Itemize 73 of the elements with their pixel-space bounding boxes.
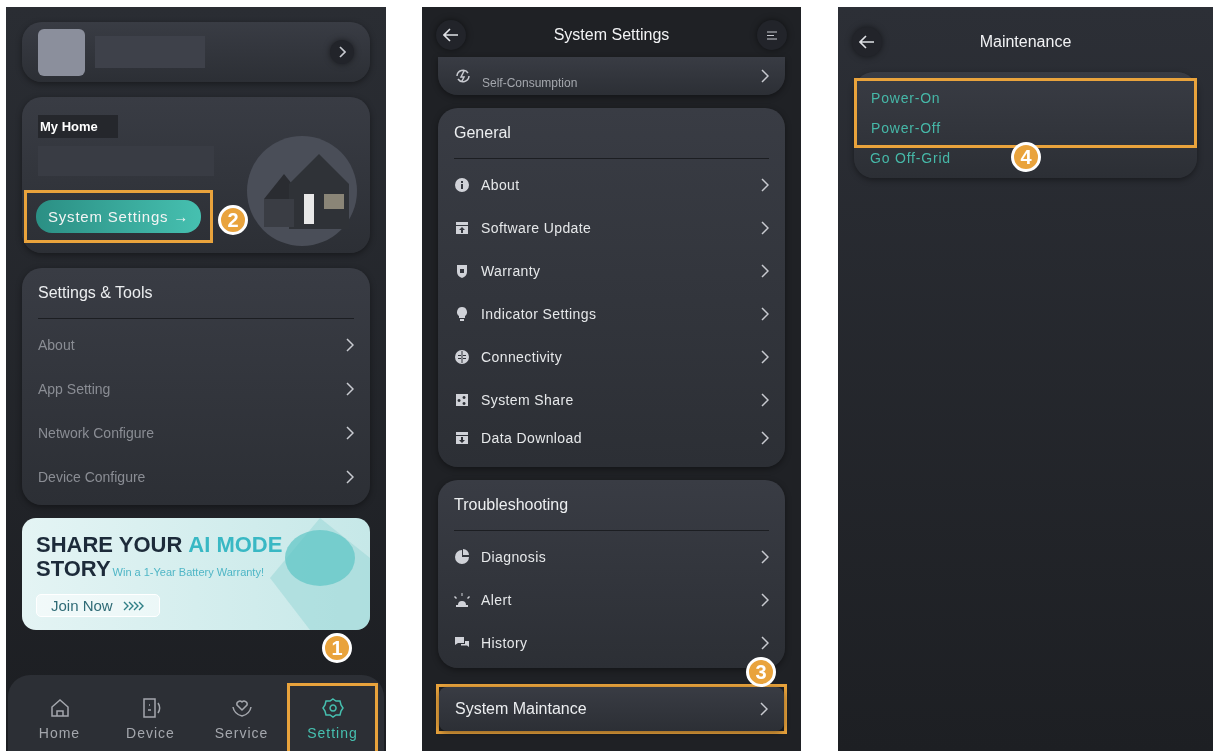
home-title: My Home	[38, 115, 118, 138]
nav-tab[interactable]: Home	[17, 686, 102, 751]
settings-list-item[interactable]: About	[38, 323, 354, 367]
chevron-right-icon	[761, 392, 769, 407]
settings-list-item[interactable]: Connectivity	[454, 335, 769, 378]
pie-chart-icon	[454, 548, 470, 565]
screen-title: System Settings	[553, 26, 670, 44]
nav-tab[interactable]: Device	[108, 686, 193, 751]
shield-icon	[454, 262, 470, 279]
section-title: Settings & Tools	[38, 284, 154, 302]
bulb-icon	[454, 305, 470, 322]
avatar-placeholder	[38, 28, 85, 76]
mode-value: Self-Consumption	[482, 75, 579, 90]
settings-list-item[interactable]: Indicator Settings	[454, 292, 769, 335]
back-arrow-icon	[443, 28, 459, 42]
settings-list-item[interactable]: Warranty	[454, 249, 769, 292]
banner-tagline: Win a 1-Year Battery Warranty!	[112, 565, 264, 580]
download-box-icon	[454, 430, 470, 446]
chevrons-right-icon	[122, 600, 145, 611]
menu-icon	[767, 30, 777, 40]
back-button[interactable]	[852, 27, 882, 57]
home-icon	[48, 696, 71, 719]
chevron-right-icon	[761, 635, 769, 650]
settings-list-item[interactable]: Network Configure	[38, 411, 354, 455]
chevron-right-icon	[346, 470, 354, 484]
chevron-right-icon	[761, 349, 769, 364]
menu-button[interactable]	[757, 20, 787, 50]
settings-list-item[interactable]: App Setting	[38, 367, 354, 411]
chevron-right-icon	[761, 549, 769, 564]
chevron-button[interactable]	[330, 40, 354, 64]
section-title: Troubleshooting	[454, 496, 570, 514]
chevron-right-icon	[761, 306, 769, 321]
system-maintenance-item[interactable]: System Maintance	[439, 687, 784, 731]
lightning-cycle-icon	[454, 67, 472, 85]
nav-tab[interactable]: Setting	[290, 686, 375, 751]
chevron-right-icon	[761, 177, 769, 192]
settings-list-item[interactable]: System Share	[454, 378, 769, 421]
settings-icon	[321, 696, 344, 719]
step-badge: 1	[322, 633, 352, 663]
settings-list-item[interactable]: Diagnosis	[454, 535, 769, 578]
chevron-right-icon	[346, 382, 354, 396]
section-title: General	[454, 124, 512, 142]
upload-box-icon	[454, 219, 470, 236]
banner-headline: STORY	[36, 557, 111, 581]
back-button[interactable]	[436, 20, 466, 50]
maintenance-option[interactable]: Go Off-Grid	[870, 148, 951, 168]
chevron-right-icon	[761, 69, 769, 83]
chevron-right-icon	[761, 220, 769, 235]
settings-list-item[interactable]: Data Download	[454, 421, 769, 455]
maintenance-option[interactable]: Power-Off	[871, 113, 1180, 143]
back-arrow-icon	[859, 35, 875, 49]
chevron-right-icon	[761, 431, 769, 445]
globe-icon	[454, 348, 470, 365]
info-icon	[454, 176, 470, 193]
settings-list-item[interactable]: Software Update	[454, 206, 769, 249]
settings-list-item[interactable]: About	[454, 163, 769, 206]
chevron-right-icon	[760, 702, 768, 716]
operational-mode-card[interactable]: Self-Consumption	[438, 57, 785, 95]
settings-list-item[interactable]: Device Configure	[38, 455, 354, 499]
promo-banner[interactable]: SHARE YOUR AI MODE STORYWin a 1-Year Battery Warranty! Join Now	[22, 518, 370, 630]
chevron-right-icon	[338, 46, 346, 58]
siren-icon	[454, 591, 470, 608]
chevron-right-icon	[761, 263, 769, 278]
banner-headline: SHARE YOUR AI MODE	[36, 533, 284, 557]
join-now-button[interactable]: Join Now	[36, 594, 160, 617]
chevron-right-icon	[346, 338, 354, 352]
settings-list-item[interactable]: Alert	[454, 578, 769, 621]
maintenance-option[interactable]: Power-On	[871, 83, 1180, 113]
chevron-right-icon	[761, 592, 769, 607]
nav-tab[interactable]: Service	[199, 686, 284, 751]
screen-title: Maintenance	[979, 33, 1072, 51]
step-badge: 2	[218, 205, 248, 235]
chevron-right-icon	[346, 426, 354, 440]
